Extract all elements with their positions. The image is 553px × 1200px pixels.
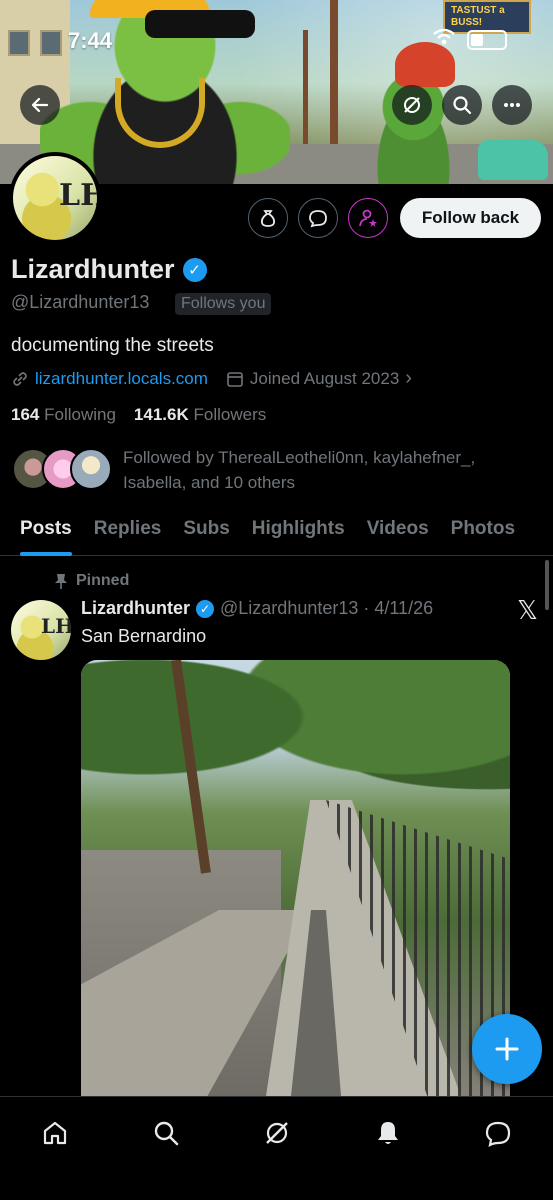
scrollbar[interactable] [545,560,549,610]
battery-icon [467,29,507,50]
nav-messages[interactable] [478,1113,518,1153]
message-icon [309,210,327,228]
money-bag-icon [260,210,276,227]
profile-tabs: Posts Replies Subs Highlights Videos Pho… [0,510,553,556]
tip-button[interactable] [248,198,288,238]
followed-by-text[interactable]: Followed by TherealLeotheli0nn, kaylahef… [123,445,523,495]
compose-button[interactable] [472,1014,542,1084]
verified-badge-icon[interactable]: ✓ [182,257,207,282]
avatar-monogram: LH [59,178,97,213]
post-media-image[interactable] [81,660,510,1096]
nav-home[interactable] [35,1113,75,1153]
chevron-right-icon[interactable]: › [405,367,412,390]
profile-stats: 164 Following 141.6K Followers [11,405,266,425]
post-header: Lizardhunter ✓ @Lizardhunter13 · 4/11/26 [81,598,433,619]
post-text: San Bernardino [81,626,207,646]
profile-bio: documenting the streets [11,335,214,356]
follows-you-badge: Follows you [175,293,272,315]
person-star-icon [359,209,377,227]
search-button[interactable] [442,85,482,125]
message-button[interactable] [298,198,338,238]
grok-icon [266,1122,288,1144]
tab-replies[interactable]: Replies [94,510,162,555]
more-icon [504,103,520,107]
home-icon [43,1121,67,1145]
banner-sunglasses [145,10,255,38]
tab-posts[interactable]: Posts [20,510,72,556]
profile-joined[interactable]: Joined August 2023 [250,369,399,389]
profile-avatar[interactable]: LH [9,152,101,244]
search-icon [154,1121,179,1146]
post-author-avatar[interactable]: LH [11,600,71,660]
post-author-name[interactable]: Lizardhunter [81,598,190,619]
grok-icon [404,97,420,113]
banner-car [478,140,548,180]
nav-notifications[interactable] [368,1113,408,1153]
pinned-indicator: Pinned [54,572,129,590]
subscribe-button[interactable] [348,198,388,238]
tab-highlights[interactable]: Highlights [252,510,345,555]
nav-search[interactable] [146,1113,186,1153]
pinned-label: Pinned [76,572,130,589]
profile-name-row: Lizardhunter ✓ [11,254,207,285]
chat-icon [485,1121,511,1147]
back-button[interactable] [20,85,60,125]
post-handle-date[interactable]: @Lizardhunter13 · 4/11/26 [220,598,433,619]
pin-icon [55,574,67,589]
more-button[interactable] [492,85,532,125]
follower-avatar [70,448,112,490]
nav-grok[interactable] [257,1113,297,1153]
profile-meta: lizardhunter.locals.com Joined August 20… [11,367,412,390]
profile-name: Lizardhunter [11,254,175,284]
followed-by-avatars[interactable] [12,448,112,492]
tab-videos[interactable]: Videos [367,510,429,555]
follow-back-button[interactable]: Follow back [400,198,541,238]
plus-icon [495,1037,519,1061]
following-stat[interactable]: 164 Following [11,405,116,425]
x-logo-icon: 𝕏 [517,596,538,626]
tab-subs[interactable]: Subs [183,510,229,555]
avatar-monogram: LH [41,614,71,638]
status-time: 7:44 [68,28,113,53]
tab-photos[interactable]: Photos [451,510,515,555]
grok-button[interactable] [392,85,432,125]
profile-link[interactable]: lizardhunter.locals.com [35,369,208,389]
status-icons [433,28,507,51]
wifi-icon [433,28,455,51]
followers-stat[interactable]: 141.6K Followers [134,405,266,425]
calendar-icon [227,371,243,387]
verified-badge-icon: ✓ [196,599,215,618]
link-icon [13,371,27,386]
profile-handle: @Lizardhunter13 [11,292,150,312]
bell-icon [378,1122,398,1144]
arrow-left-icon [31,97,49,113]
search-icon [453,96,472,115]
bottom-nav [0,1096,553,1200]
